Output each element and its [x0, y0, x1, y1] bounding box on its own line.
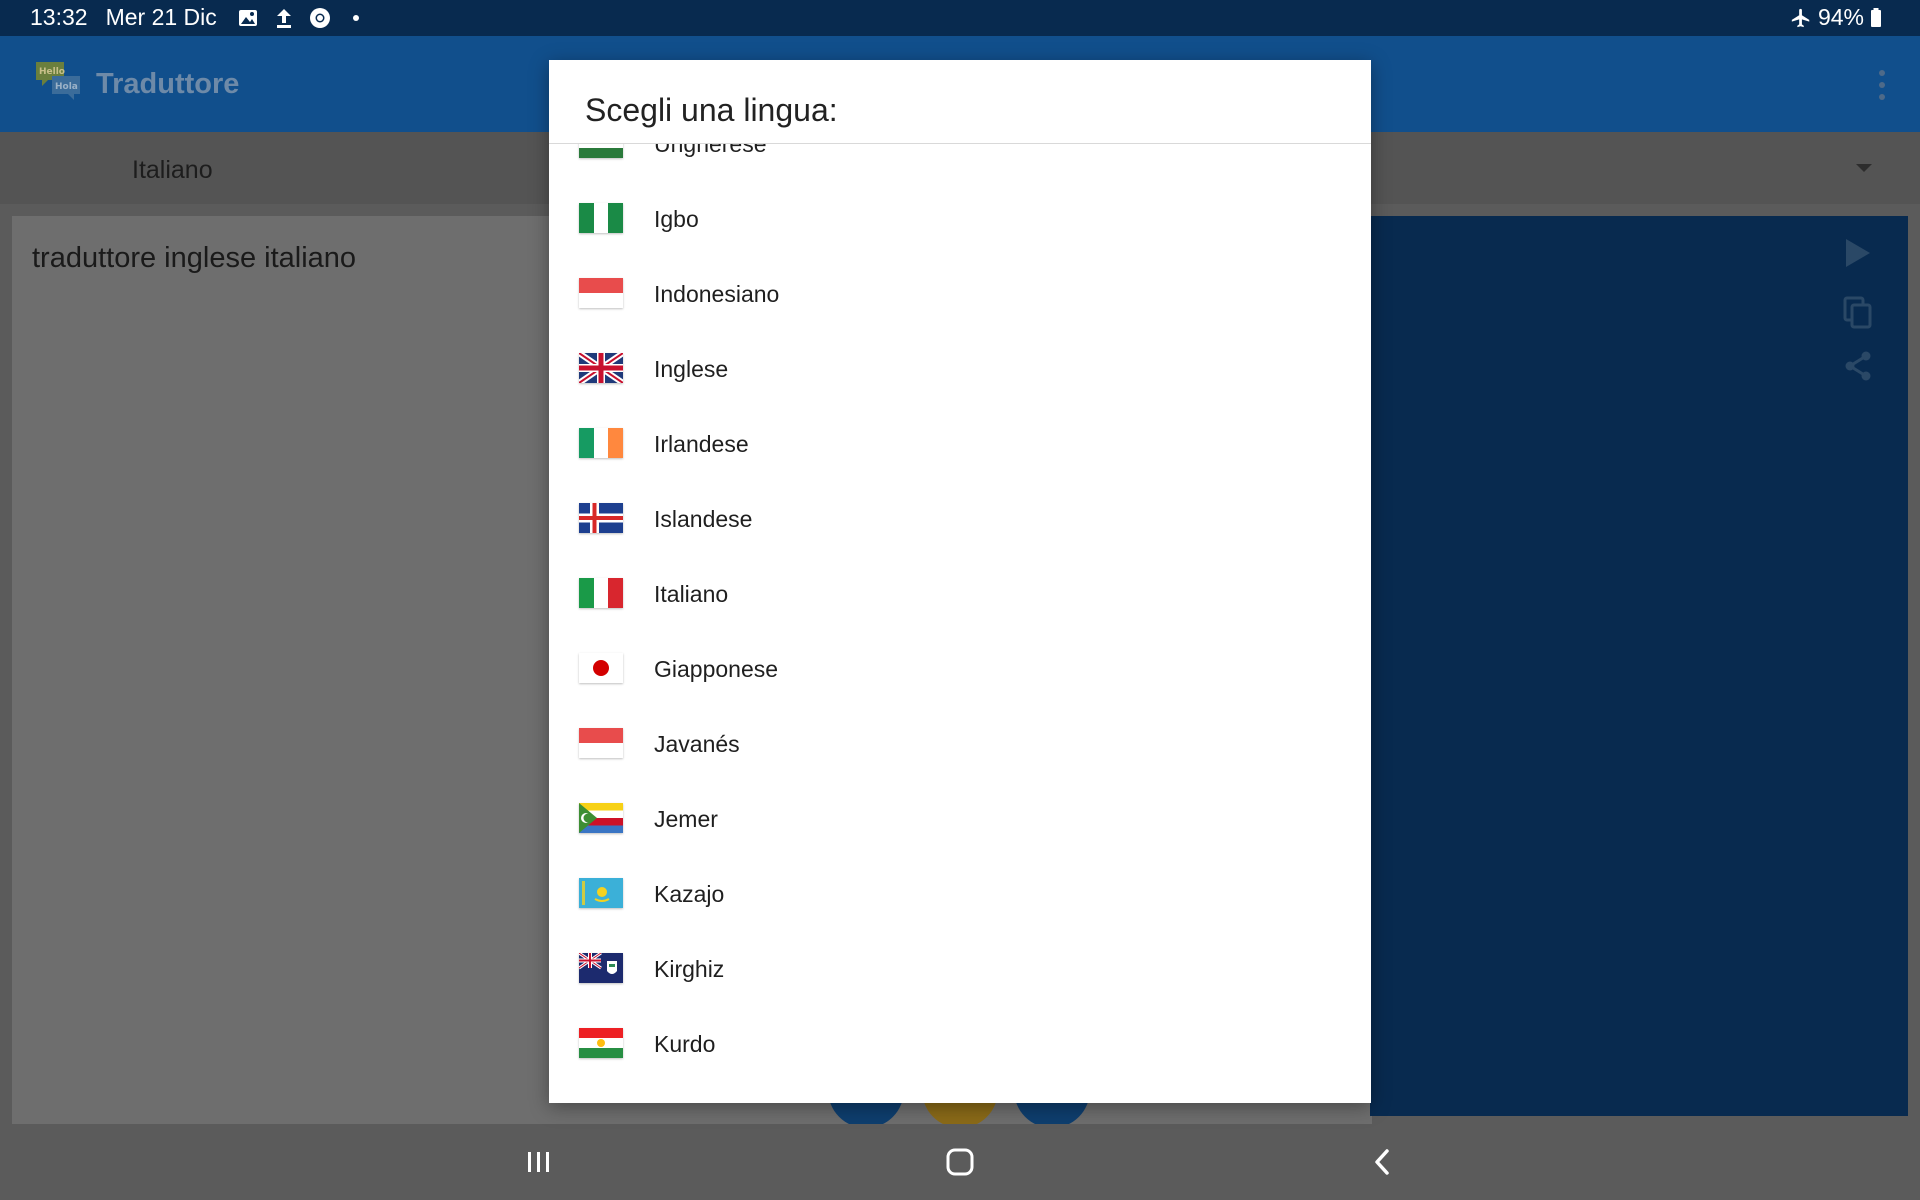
language-label: Italiano — [654, 581, 729, 607]
svg-text:Hola: Hola — [55, 82, 78, 92]
language-list[interactable]: Ungherese Igbo Indonesiano Inglese Irlandese… — [549, 144, 1371, 1103]
language-label: Igbo — [654, 206, 699, 232]
comoros-flag-icon — [579, 803, 623, 833]
language-item-0[interactable]: Ungherese — [549, 144, 1371, 181]
language-label: Ungherese — [654, 144, 767, 157]
language-item-12[interactable]: Kurdo — [549, 1006, 1371, 1081]
nigeria-flag-icon — [579, 203, 623, 233]
navigation-bar — [0, 1124, 1920, 1200]
ireland-flag-icon — [579, 428, 623, 458]
indonesia-flag-icon — [579, 278, 623, 308]
source-language-selector[interactable]: Italiano — [132, 156, 213, 185]
overflow-menu-icon[interactable] — [1876, 70, 1888, 100]
language-item-2[interactable]: Indonesiano — [549, 256, 1371, 331]
home-icon[interactable] — [940, 1142, 980, 1182]
play-icon[interactable] — [1838, 233, 1878, 273]
battery-icon — [1870, 7, 1882, 29]
battery-percent: 94% — [1817, 4, 1864, 30]
language-label: Kirghiz — [654, 956, 725, 982]
indonesia-flag-icon — [579, 728, 623, 758]
chrome-icon — [309, 7, 331, 29]
language-item-10[interactable]: Kazajo — [549, 856, 1371, 931]
language-item-5[interactable]: Islandese — [549, 481, 1371, 556]
svg-text:Hello: Hello — [39, 67, 65, 77]
language-item-4[interactable]: Irlandese — [549, 406, 1371, 481]
language-label: Giapponese — [654, 656, 779, 682]
dot-icon — [345, 7, 367, 29]
copy-icon[interactable] — [1838, 293, 1878, 333]
output-panel — [1370, 216, 1908, 1116]
app-title: Traduttore — [96, 68, 240, 100]
language-label: Jemer — [654, 806, 718, 832]
back-icon[interactable] — [1362, 1142, 1402, 1182]
language-item-8[interactable]: Javanés — [549, 706, 1371, 781]
share-icon[interactable] — [1838, 346, 1878, 386]
status-bar: 13:32 Mer 21 Dic 94% — [0, 0, 1920, 36]
language-item-7[interactable]: Giapponese — [549, 631, 1371, 706]
language-item-1[interactable]: Igbo — [549, 181, 1371, 256]
upload-icon — [273, 7, 295, 29]
caret-down-icon[interactable] — [1856, 164, 1872, 172]
hungary-flag-icon — [579, 144, 623, 158]
hello-hola-logo-icon: Hello Hola — [34, 58, 84, 106]
kazakhstan-flag-icon — [579, 878, 623, 908]
language-item-3[interactable]: Inglese — [549, 331, 1371, 406]
airplane-icon — [1790, 7, 1812, 29]
language-label: Islandese — [654, 506, 753, 532]
input-text[interactable]: traduttore inglese italiano — [32, 242, 356, 275]
kurdistan-flag-icon — [579, 1028, 623, 1058]
language-item-6[interactable]: Italiano — [549, 556, 1371, 631]
language-label: Inglese — [654, 356, 729, 382]
status-date: Mer 21 Dic — [105, 4, 217, 30]
italy-flag-icon — [579, 578, 623, 608]
language-item-11[interactable]: Kirghiz — [549, 931, 1371, 1006]
uk-flag-icon — [579, 353, 623, 383]
image-icon — [237, 7, 259, 29]
language-label: Kazajo — [654, 881, 725, 907]
dialog-title: Scegli una lingua: — [585, 92, 838, 128]
language-label: Kurdo — [654, 1031, 716, 1057]
status-time: 13:32 — [30, 4, 88, 30]
language-picker-dialog: Scegli una lingua: Ungherese Igbo Indonesi… — [549, 60, 1371, 1103]
japan-flag-icon — [579, 653, 623, 683]
language-label: Javanés — [654, 731, 740, 757]
language-label: Irlandese — [654, 431, 749, 457]
language-label: Indonesiano — [654, 281, 780, 307]
language-item-9[interactable]: Jemer — [549, 781, 1371, 856]
recent-apps-icon[interactable] — [519, 1142, 559, 1182]
cayman-islands-flag-icon — [579, 953, 623, 983]
iceland-flag-icon — [579, 503, 623, 533]
